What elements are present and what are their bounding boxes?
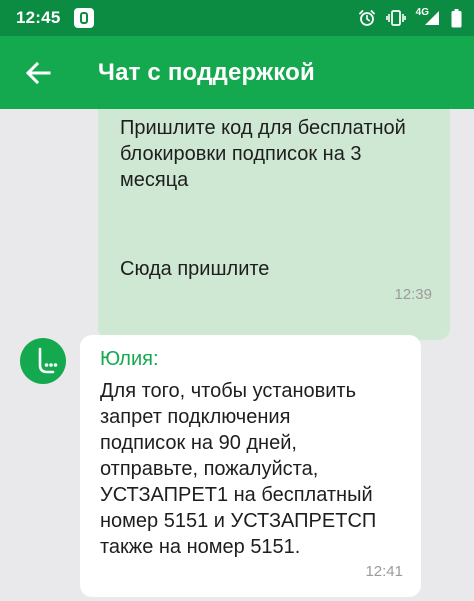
signal-icon: 4G: [415, 6, 441, 27]
message-text: Сюда пришлите: [120, 258, 270, 280]
status-icons: 4G: [358, 6, 462, 28]
sender-name: Юлия:: [100, 348, 159, 370]
arrow-left-icon: [25, 61, 51, 84]
app-bar: Чат с поддержкой: [0, 36, 474, 109]
megafon-logo-icon: [38, 347, 58, 374]
app-notification-icon: [74, 8, 95, 28]
alarm-icon: [358, 9, 376, 27]
back-button[interactable]: [10, 45, 66, 101]
page-title: Чат с поддержкой: [98, 58, 315, 86]
message-text: Для того, чтобы установить запрет подклю…: [100, 380, 377, 558]
avatar: [20, 338, 66, 384]
message-text: Пришлите код для бесплатной блокировки п…: [120, 117, 406, 191]
network-type: 4G: [415, 6, 429, 18]
status-bar: 12:45 4G: [0, 0, 474, 36]
battery-icon: [451, 8, 462, 28]
status-time: 12:45: [16, 8, 61, 27]
vibrate-icon: [385, 9, 406, 27]
chat-list[interactable]: Пришлите код для бесплатной блокировки п…: [0, 109, 474, 601]
message-time: 12:41: [365, 563, 403, 580]
message-time: 12:39: [394, 286, 432, 303]
message-outgoing[interactable]: Сюда пришлите 12:39: [98, 240, 450, 320]
message-incoming[interactable]: Юлия: Для того, чтобы установить запрет …: [80, 335, 421, 597]
